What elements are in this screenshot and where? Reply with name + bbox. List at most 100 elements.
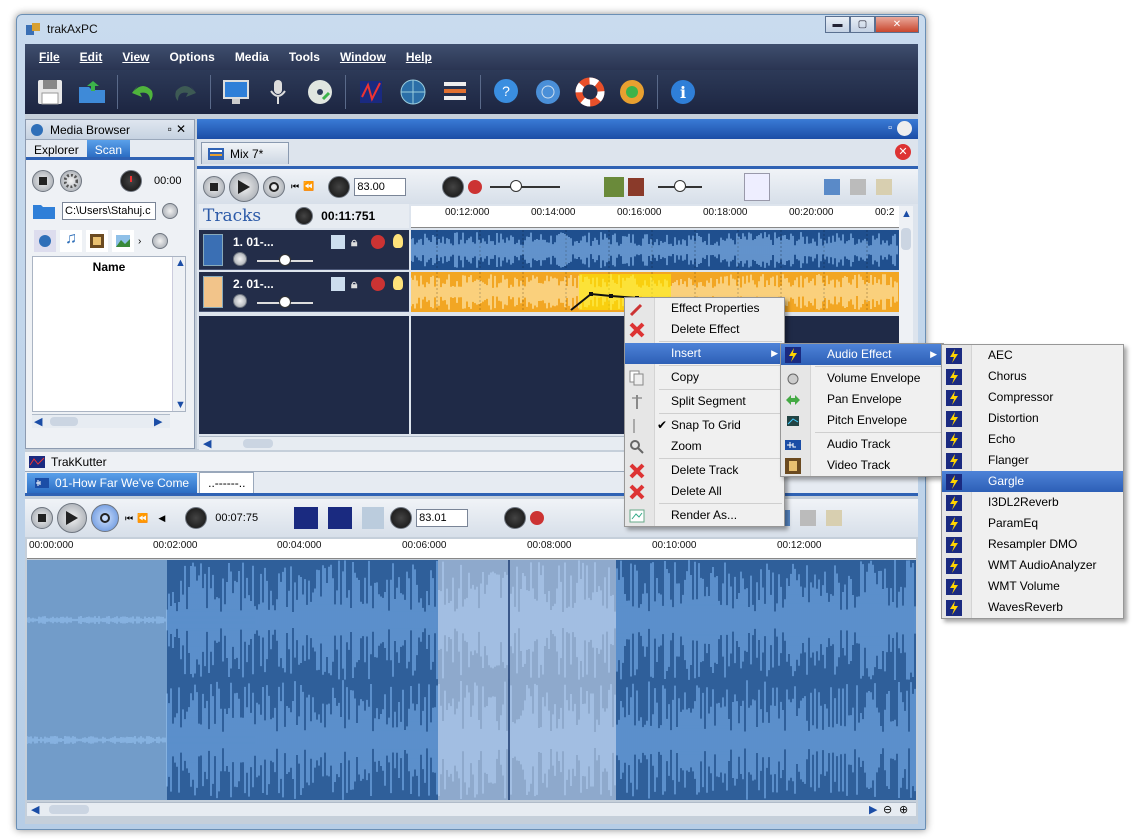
stop-button[interactable] bbox=[31, 507, 53, 529]
volume-slider[interactable] bbox=[490, 179, 561, 192]
settings-gear-icon[interactable] bbox=[60, 170, 82, 192]
tab-trakkutter-file[interactable]: 01-How Far We've Come bbox=[27, 473, 198, 493]
copy-doc-icon[interactable] bbox=[800, 510, 817, 526]
menu-zoom[interactable]: Zoom bbox=[625, 436, 784, 457]
new-doc-icon[interactable] bbox=[824, 178, 841, 195]
track-header-1[interactable]: 1. 01-... 🔒︎ bbox=[199, 230, 409, 270]
import-icon[interactable] bbox=[604, 176, 625, 197]
menu-pan-envelope[interactable]: Pan Envelope bbox=[781, 389, 943, 410]
panel-restore-icon[interactable]: ▫ bbox=[168, 122, 176, 136]
path-history-icon[interactable] bbox=[162, 203, 178, 219]
tracks-volume-knob[interactable] bbox=[295, 207, 314, 225]
menu-snap-to-grid[interactable]: ✔ Snap To Grid bbox=[625, 415, 784, 436]
track-analyzer-icon[interactable] bbox=[331, 277, 345, 291]
menu-effect-item[interactable]: Resampler DMO bbox=[942, 534, 1123, 555]
maximize-button[interactable]: ▢ bbox=[850, 16, 875, 33]
menu-help[interactable]: Help bbox=[406, 50, 432, 64]
paste-doc-icon[interactable] bbox=[826, 510, 843, 526]
menu-view[interactable]: View bbox=[122, 50, 149, 64]
update-icon[interactable] bbox=[615, 75, 649, 109]
menu-split-segment[interactable]: Split Segment bbox=[625, 391, 784, 412]
volume-knob[interactable] bbox=[120, 170, 142, 192]
menu-effect-item[interactable]: Compressor bbox=[942, 387, 1123, 408]
trim-icon[interactable] bbox=[362, 507, 385, 529]
tempo-field[interactable]: 83.01 bbox=[416, 509, 469, 527]
list-hscrollbar[interactable]: ◀ ▶ bbox=[32, 414, 170, 428]
paste-doc-icon[interactable] bbox=[876, 178, 893, 195]
menu-copy[interactable]: Copy bbox=[625, 367, 784, 388]
tab-mix[interactable]: Mix 7* bbox=[201, 142, 289, 164]
effects-icon[interactable] bbox=[354, 75, 388, 109]
film-strip-icon[interactable] bbox=[628, 177, 645, 196]
open-folder-icon[interactable] bbox=[75, 75, 109, 109]
track-slider[interactable] bbox=[257, 254, 313, 266]
rewind-icon[interactable]: ⏪ bbox=[137, 513, 148, 524]
web-media-icon[interactable] bbox=[34, 230, 56, 252]
folder-icon[interactable] bbox=[32, 202, 56, 220]
tempo-field[interactable]: 83.00 bbox=[354, 177, 407, 196]
menu-effect-item[interactable]: Gargle bbox=[942, 471, 1123, 492]
selection-region[interactable] bbox=[27, 560, 167, 800]
menu-effect-item[interactable]: ParamEq bbox=[942, 513, 1123, 534]
rewind-start-icon[interactable]: ⏮ bbox=[125, 513, 133, 524]
tab-scan[interactable]: Scan bbox=[86, 140, 131, 157]
track-header-2[interactable]: 2. 01-... 🔒︎ bbox=[199, 272, 409, 312]
envelope-point[interactable] bbox=[589, 292, 593, 296]
tab-trakkutter-placeholder[interactable]: ..------.. bbox=[199, 472, 255, 493]
menu-delete-track[interactable]: Delete Track bbox=[625, 460, 784, 481]
volume-knob-2[interactable] bbox=[504, 507, 527, 529]
scroll-up-arrow[interactable]: ▲ bbox=[175, 257, 186, 269]
zoom-out-icon[interactable]: ⊖ bbox=[883, 803, 892, 816]
scroll-down-arrow[interactable]: ▼ bbox=[175, 399, 186, 411]
stop-button[interactable] bbox=[32, 170, 54, 192]
menu-effect-item[interactable]: Flanger bbox=[942, 450, 1123, 471]
play-back-icon[interactable]: ◀ bbox=[158, 513, 165, 524]
loop-button[interactable] bbox=[91, 504, 119, 532]
globe-icon[interactable] bbox=[396, 75, 430, 109]
save-icon[interactable] bbox=[33, 75, 67, 109]
close-mix-icon[interactable]: ✕ bbox=[895, 144, 911, 160]
cd-icon[interactable] bbox=[303, 75, 337, 109]
menu-effect-properties[interactable]: Effect Properties bbox=[625, 298, 784, 319]
minimize-button[interactable]: ▬ bbox=[825, 16, 850, 33]
trakkutter-hscrollbar[interactable]: ◀ ▶ ⊖ ⊕ bbox=[27, 802, 916, 816]
tab-explorer[interactable]: Explorer bbox=[26, 140, 87, 157]
loop-button[interactable] bbox=[263, 175, 285, 198]
rewind-start-icon[interactable]: ⏮ bbox=[291, 181, 299, 192]
mix-time-ruler[interactable]: 00:12:000 00:14:000 00:16:000 00:18:000 … bbox=[411, 206, 899, 228]
menu-options[interactable]: Options bbox=[169, 50, 214, 64]
track-volume-knob[interactable] bbox=[233, 294, 247, 308]
mute-icon[interactable] bbox=[468, 179, 483, 194]
menu-video-track[interactable]: Video Track bbox=[781, 455, 943, 476]
tempo-knob[interactable] bbox=[390, 507, 413, 529]
menu-media[interactable]: Media bbox=[235, 50, 269, 64]
file-list[interactable]: Name ▲ ▼ bbox=[32, 256, 186, 412]
menu-render-as[interactable]: Render As... bbox=[625, 505, 784, 526]
web-icon[interactable] bbox=[531, 75, 565, 109]
path-field[interactable]: C:\Users\Stahuj.c bbox=[62, 202, 156, 220]
mute-icon[interactable] bbox=[530, 511, 545, 525]
bulb-icon[interactable] bbox=[393, 276, 403, 290]
menu-window[interactable]: Window bbox=[340, 50, 386, 64]
scroll-right-arrow[interactable]: ▶ bbox=[154, 415, 162, 428]
play-button[interactable] bbox=[229, 171, 259, 202]
menu-effect-item[interactable]: Echo bbox=[942, 429, 1123, 450]
volume-slider-knob[interactable] bbox=[510, 179, 523, 192]
track-slider-knob[interactable] bbox=[279, 254, 291, 266]
filter-history-icon[interactable] bbox=[152, 233, 168, 249]
track-analyzer-icon[interactable] bbox=[331, 235, 345, 249]
support-lifebuoy-icon[interactable] bbox=[573, 75, 607, 109]
selection-region[interactable] bbox=[438, 560, 616, 800]
title-bar[interactable]: trakAxPC ▬ ▢ ✕ bbox=[17, 15, 925, 45]
track-slider[interactable] bbox=[257, 296, 313, 308]
copy-doc-icon[interactable] bbox=[850, 178, 867, 195]
menu-delete-all[interactable]: Delete All bbox=[625, 481, 784, 502]
bulb-icon[interactable] bbox=[393, 234, 403, 248]
scroll-thumb[interactable] bbox=[243, 439, 273, 448]
list-icon[interactable] bbox=[438, 75, 472, 109]
menu-delete-effect[interactable]: Delete Effect bbox=[625, 319, 784, 340]
rewind-icon[interactable]: ⏪ bbox=[303, 181, 314, 192]
zoom-slider-knob[interactable] bbox=[674, 179, 687, 192]
help-icon[interactable]: ? bbox=[489, 75, 523, 109]
scroll-up-arrow[interactable]: ▲ bbox=[901, 208, 912, 220]
